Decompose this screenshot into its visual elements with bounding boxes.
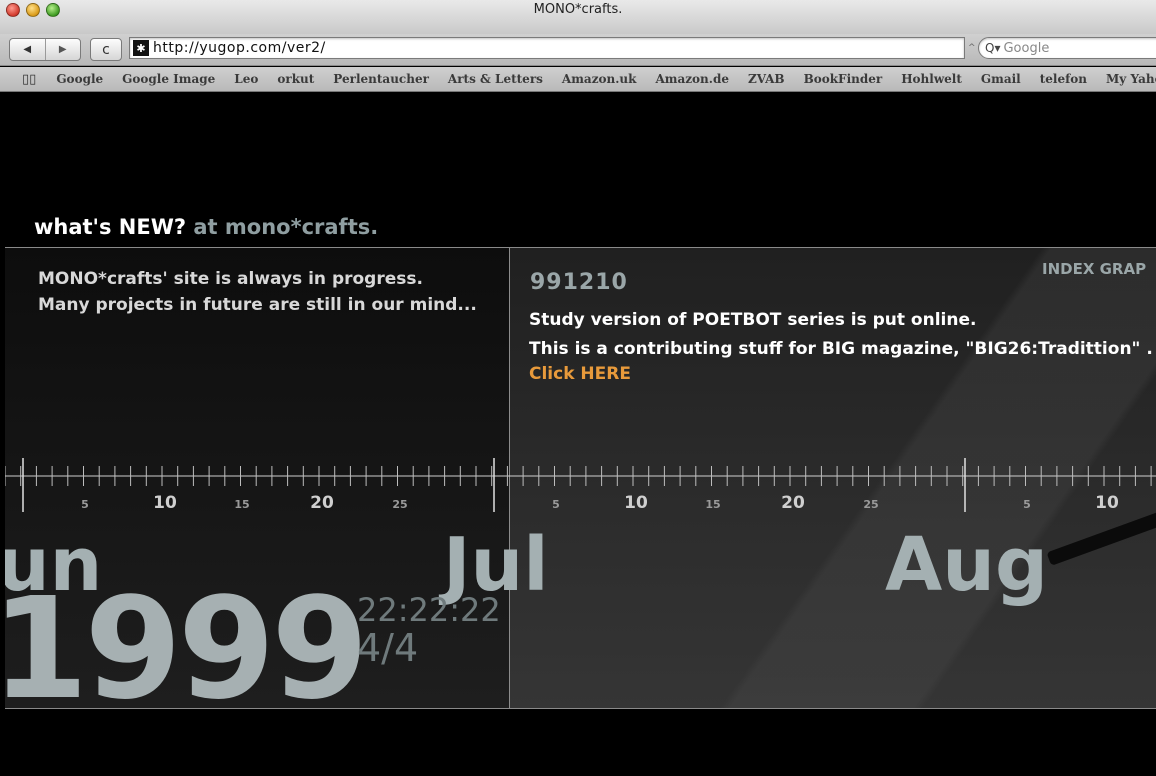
bookmarks-bar: ▯▯ Google Google Image Leo orkut Perlent… [0,67,1156,92]
bookmark-item[interactable]: Amazon.de [655,72,729,86]
year-display: 1999 [5,568,369,709]
intro-line: MONO*crafts' site is always in progress. [38,269,423,289]
bookmark-item[interactable]: BookFinder [804,72,883,86]
month-aug[interactable]: Aug [885,528,1048,602]
heading-accent: at mono*crafts. [193,215,379,239]
ruler-label: 20 [310,493,334,513]
nav-buttons: ◀ ▶ [9,38,81,61]
bookmark-item[interactable]: Leo [234,72,258,86]
heading-main: what's NEW? [34,215,187,239]
timeline-ruler[interactable]: 5 10 15 20 25 5 10 15 20 25 5 10 [5,458,1156,528]
fraction-display: 4/4 [357,626,419,670]
ruler-label: 5 [81,498,89,511]
window-title: MONO*crafts. [533,2,623,17]
bookmark-item[interactable]: Amazon.uk [562,72,637,86]
ruler-labels: 5 10 15 20 25 5 10 15 20 25 5 10 [81,493,1119,513]
ruler-label: 10 [153,493,177,513]
bookmarks-book-icon[interactable]: ▯▯ [22,72,36,87]
reload-button[interactable]: c [90,38,122,61]
bookmark-item[interactable]: Gmail [981,72,1021,86]
intro-text: MONO*crafts' site is always in progress.… [38,266,477,318]
bookmark-item[interactable]: Google [56,72,103,86]
ruler-label: 5 [1023,498,1031,511]
timeline-panel: MONO*crafts' site is always in progress.… [5,247,1156,709]
intro-line: Many projects in future are still in our… [38,295,477,315]
ruler-label: 25 [392,498,407,511]
bookmark-item[interactable]: Perlentaucher [333,72,429,86]
browser-toolbar: ◀ ▶ c ✱ http://yugop.com/ver2/ ^ Q▾ Goog… [0,34,1156,66]
back-button[interactable]: ◀ [10,39,46,60]
ruler-label: 5 [552,498,560,511]
clock-display: 22:22:22 [357,591,501,629]
search-icon[interactable]: Q▾ [985,41,1000,55]
ruler-label: 10 [1095,493,1119,513]
page-heading: what's NEW? at mono*crafts. [34,215,378,239]
bookmark-item[interactable]: My Yaho [1106,72,1156,86]
ruler-label: 15 [705,498,720,511]
forward-button[interactable]: ▶ [46,39,81,60]
search-placeholder: Google [1003,40,1050,56]
bookmark-item[interactable]: orkut [277,72,314,86]
page-content: what's NEW? at mono*crafts. MONO*crafts'… [0,93,1156,776]
snapback-icon[interactable]: ^ [968,43,976,53]
news-id: 991210 [530,270,628,295]
ruler-label: 20 [781,493,805,513]
ruler-label: 15 [234,498,249,511]
ruler-label: 25 [863,498,878,511]
ruler-ticks [5,458,1152,512]
index-graph-link[interactable]: INDEX GRAP [1042,260,1146,278]
news-line: This is a contributing stuff for BIG mag… [529,339,1153,359]
bookmark-item[interactable]: Arts & Letters [448,72,543,86]
address-bar[interactable]: ✱ http://yugop.com/ver2/ [129,37,965,59]
bookmark-item[interactable]: Google Image [122,72,215,86]
click-here-link[interactable]: Click HERE [529,364,631,384]
news-body: Study version of POETBOT series is put o… [529,306,1153,364]
bookmark-item[interactable]: ZVAB [748,72,785,86]
url-text[interactable]: http://yugop.com/ver2/ [153,40,326,56]
title-bar: MONO*crafts. [0,0,1156,34]
favicon-icon: ✱ [133,40,149,56]
ruler-label: 10 [624,493,648,513]
news-line: Study version of POETBOT series is put o… [529,310,977,330]
bookmark-item[interactable]: telefon [1040,72,1087,86]
bookmark-item[interactable]: Hohlwelt [901,72,962,86]
search-field[interactable]: Q▾ Google [978,37,1156,59]
